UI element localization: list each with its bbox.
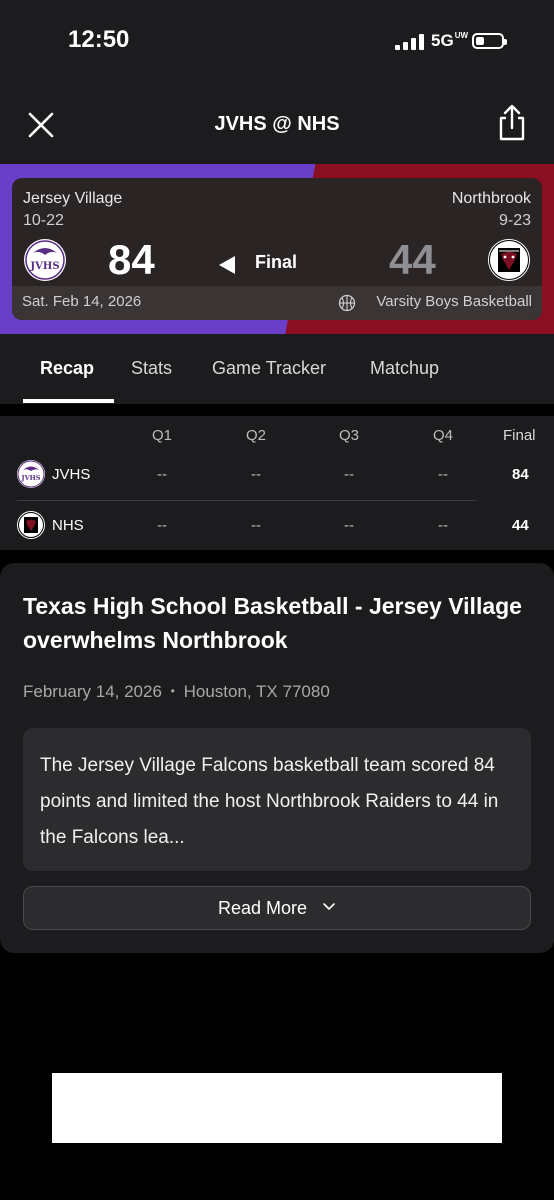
tab-recap[interactable]: Recap	[40, 358, 94, 379]
game-status-label: Final	[255, 252, 298, 272]
away-team-name: Northbrook	[451, 190, 531, 207]
linescore-cell: --	[438, 466, 448, 483]
story-meta: February 14, 2026 • Houston, TX 77080	[23, 682, 330, 702]
divider	[17, 500, 477, 501]
tab-game-tracker[interactable]: Game Tracker	[212, 358, 326, 379]
ad-banner[interactable]	[52, 1073, 502, 1143]
meta-separator: •	[170, 684, 175, 698]
jvhs-logo: JVHS	[17, 460, 45, 488]
tab-matchup[interactable]: Matchup	[370, 358, 439, 379]
linescore-header-q2: Q2	[246, 427, 267, 444]
away-team-record: 9-23	[498, 212, 531, 229]
network-type: 5G	[431, 31, 454, 50]
recap-story-card: Texas High School Basketball - Jersey Vi…	[0, 563, 554, 953]
nav-bar: JVHS @ NHS	[0, 84, 554, 164]
winner-arrow-icon	[219, 256, 235, 274]
linescore-team: NHS	[52, 517, 84, 534]
linescore-team: JVHS	[52, 466, 91, 483]
svg-text:JVHS: JVHS	[21, 474, 41, 482]
raider-logo-icon	[490, 241, 528, 279]
scoreboard-card[interactable]: Jersey Village 10-22 Northbrook 9-23 JVH…	[12, 178, 542, 320]
home-team-record: 10-22	[23, 212, 64, 229]
linescore-final: 84	[512, 466, 529, 483]
chevron-down-icon	[323, 903, 335, 910]
svg-text:JVHS: JVHS	[29, 261, 59, 272]
linescore-cell: --	[251, 517, 261, 534]
linescore-header-q4: Q4	[433, 427, 454, 444]
linescore-cell: --	[157, 517, 167, 534]
tab-bar: Recap Stats Game Tracker Matchup	[0, 334, 554, 404]
linescore-final: 44	[512, 517, 529, 534]
home-team-name: Jersey Village	[23, 190, 123, 207]
share-icon[interactable]	[496, 104, 528, 142]
page-title: JVHS @ NHS	[214, 113, 340, 135]
linescore-cell: --	[157, 466, 167, 483]
read-more-label: Read More	[217, 898, 308, 918]
network-indicator: 5GUW	[431, 31, 468, 51]
story-date: February 14, 2026	[23, 682, 162, 701]
battery-level	[476, 37, 485, 45]
read-more-button[interactable]: Read More	[23, 886, 531, 930]
falcon-logo-icon: JVHS	[25, 240, 65, 280]
game-type: Varsity Boys Basketball	[376, 293, 532, 310]
battery-icon	[472, 33, 507, 49]
basketball-icon	[338, 294, 356, 312]
story-title[interactable]: Texas High School Basketball - Jersey Vi…	[23, 589, 533, 657]
cellular-signal-icon	[395, 34, 424, 50]
raider-logo-icon	[19, 513, 43, 537]
scoreboard-footer: Sat. Feb 14, 2026 Varsity Boys Basketbal…	[12, 286, 542, 320]
story-location: Houston, TX 77080	[183, 682, 330, 701]
away-score: 44	[389, 236, 436, 283]
story-excerpt-box: The Jersey Village Falcons basketball te…	[23, 728, 531, 871]
linescore-table: Q1 Q2 Q3 Q4 Final JVHS JVHS -- -- -- -- …	[0, 416, 554, 550]
story-excerpt: The Jersey Village Falcons basketball te…	[40, 755, 499, 848]
home-score: 84	[108, 236, 155, 283]
linescore-cell: --	[344, 517, 354, 534]
nhs-logo	[17, 511, 45, 539]
linescore-cell: --	[438, 517, 448, 534]
network-suffix: UW	[454, 31, 469, 40]
away-team-logo[interactable]	[488, 239, 530, 281]
home-team-logo[interactable]: JVHS	[24, 239, 66, 281]
scoreboard-banner: Jersey Village 10-22 Northbrook 9-23 JVH…	[0, 164, 554, 334]
falcon-logo-icon: JVHS	[17, 460, 45, 488]
linescore-header-q1: Q1	[152, 427, 173, 444]
active-tab-indicator	[23, 399, 114, 403]
linescore-cell: --	[251, 466, 261, 483]
status-time: 12:50	[68, 26, 130, 53]
linescore-header-q3: Q3	[339, 427, 360, 444]
game-date: Sat. Feb 14, 2026	[22, 293, 142, 310]
status-bar: 12:50 5GUW	[0, 0, 554, 84]
tab-stats[interactable]: Stats	[131, 358, 172, 379]
linescore-header-final: Final	[503, 427, 536, 444]
linescore-cell: --	[344, 466, 354, 483]
